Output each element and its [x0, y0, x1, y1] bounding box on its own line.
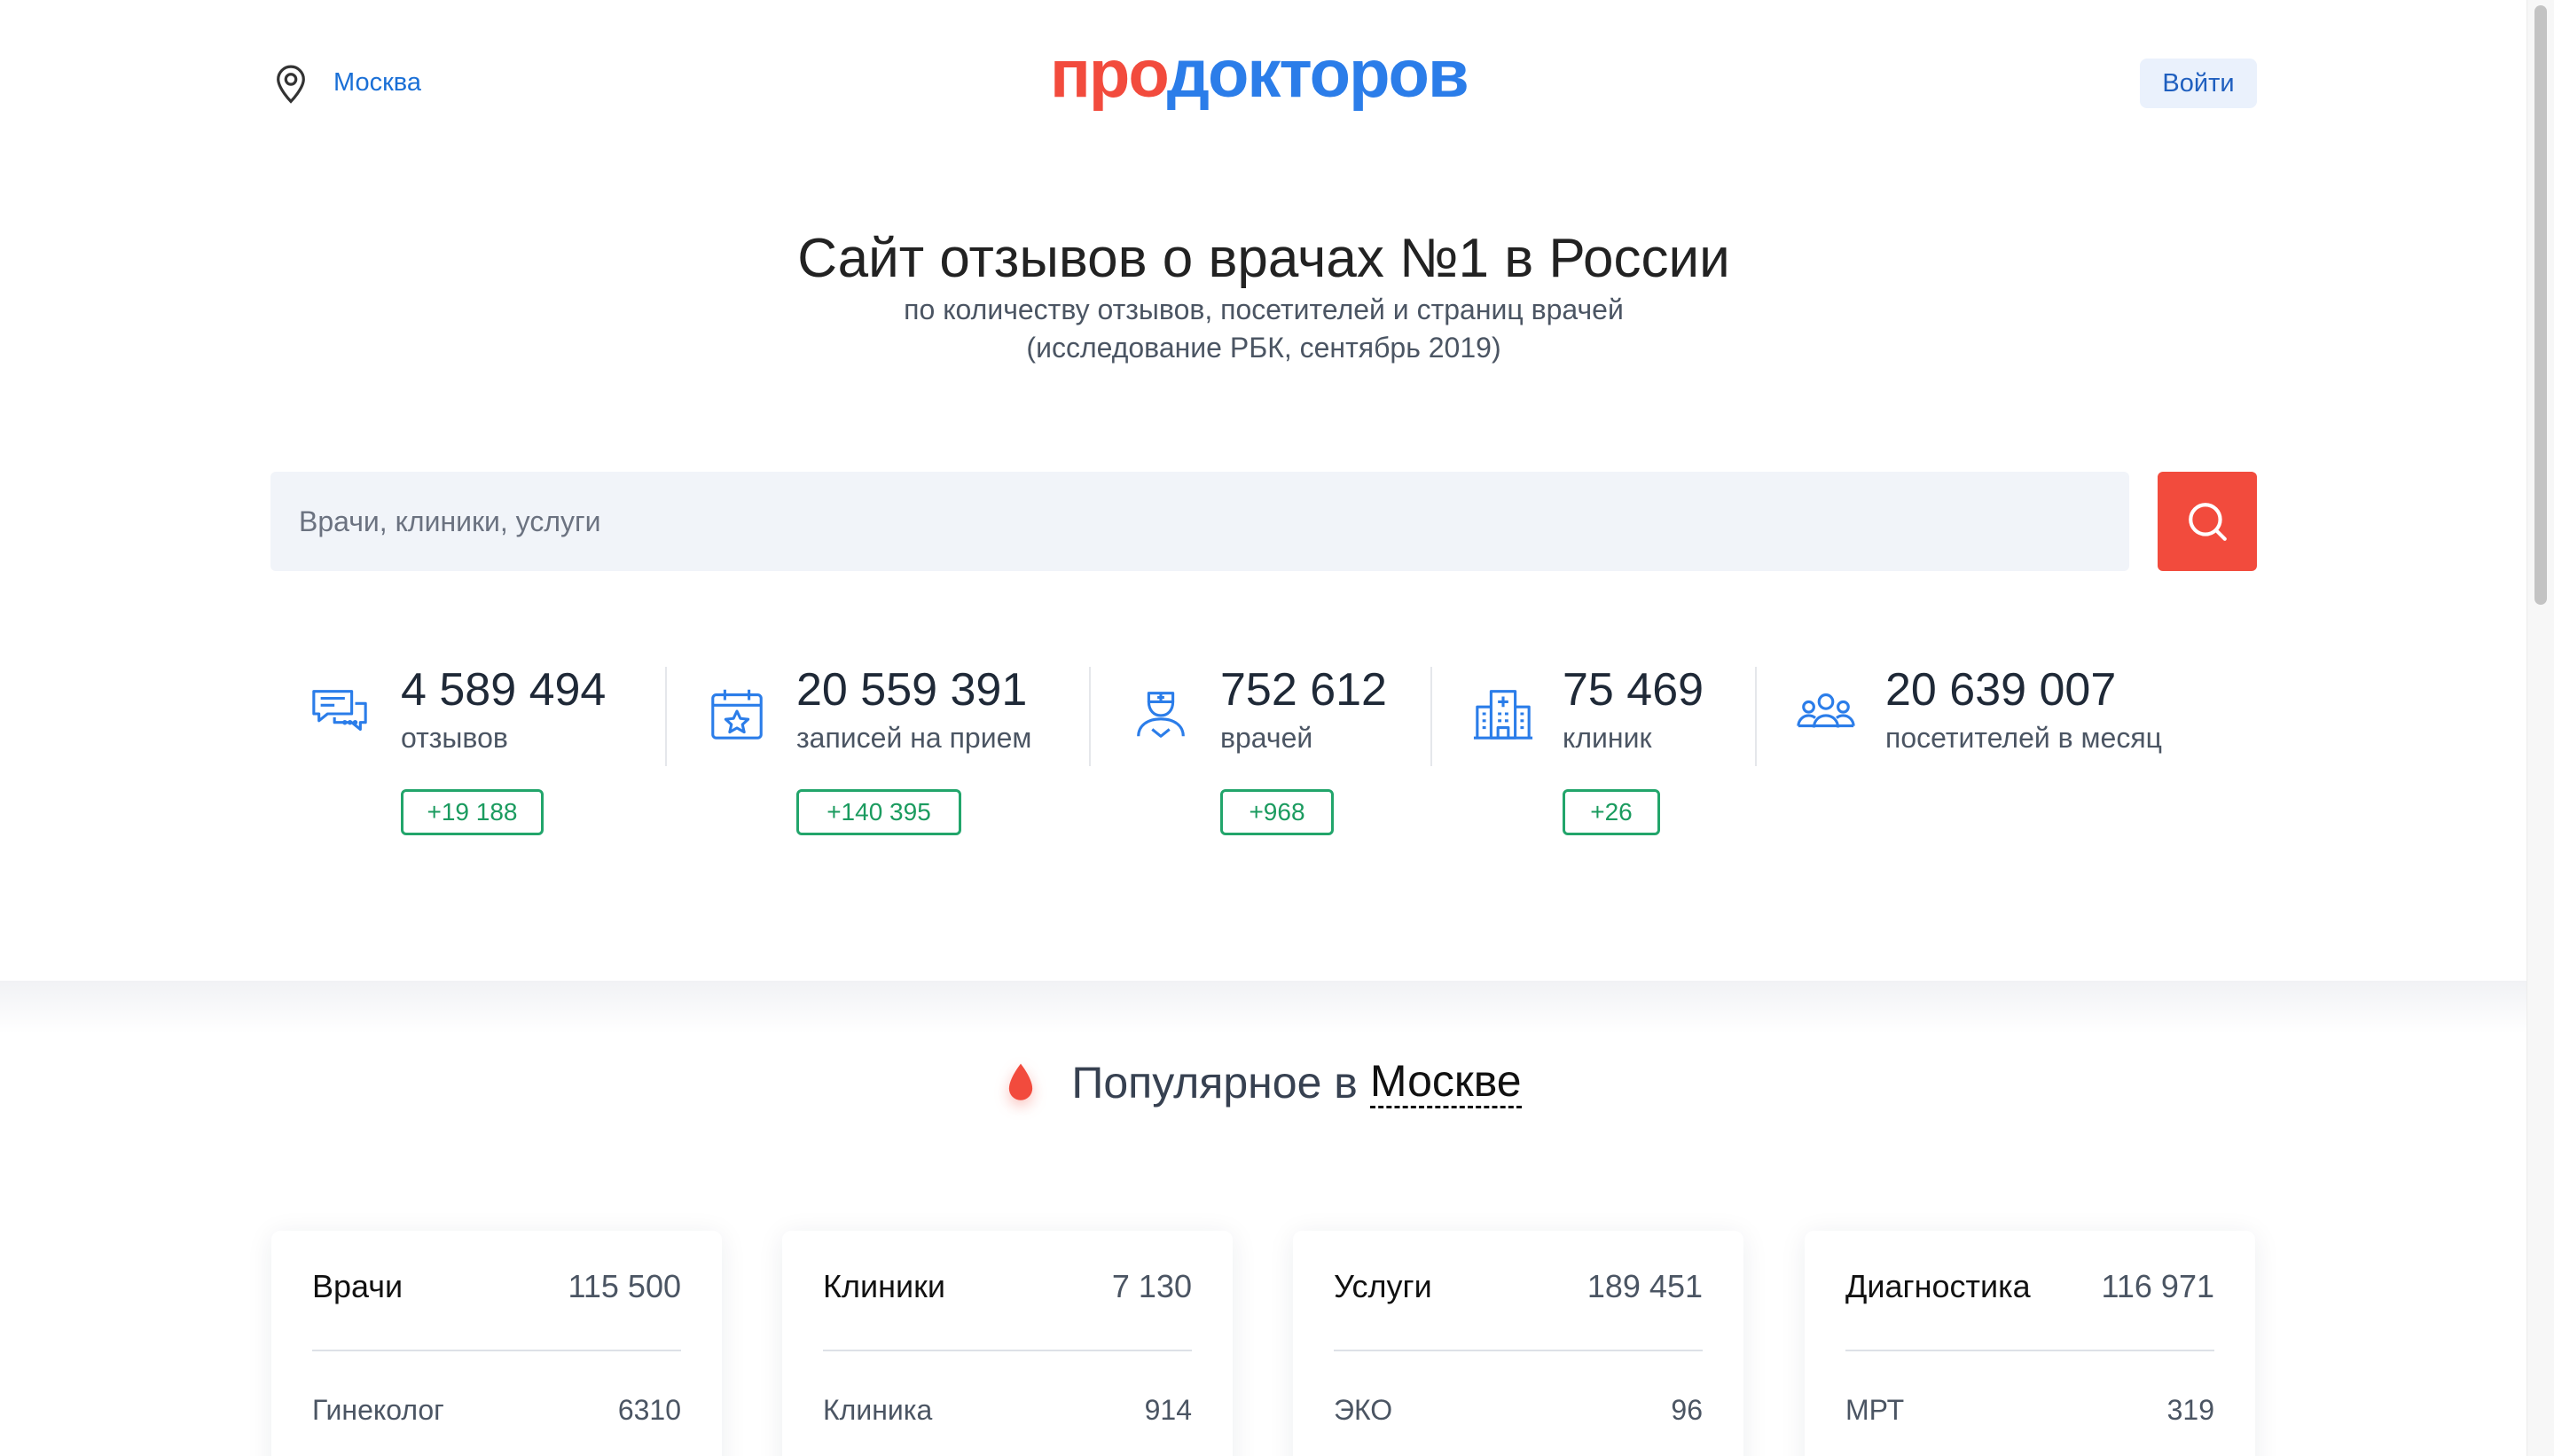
reviews-chat-icon — [312, 690, 367, 732]
stat-value: 752 612 — [1220, 664, 1387, 716]
location-pin-icon — [277, 65, 305, 104]
stat-delta-badge: +140 395 — [796, 789, 961, 835]
stat-value: 75 469 — [1563, 664, 1704, 716]
popular-prefix: Популярное в — [1071, 1058, 1358, 1108]
stat-label: записей на прием — [796, 722, 1032, 754]
card-count: 116 971 — [2101, 1268, 2214, 1304]
card-divider — [823, 1350, 1192, 1351]
page: Москва продокторов Войти Сайт отзывов о … — [0, 0, 2527, 1456]
list-item[interactable]: Клиника 914 — [823, 1394, 1192, 1427]
site-logo[interactable]: продокторов — [1050, 41, 1469, 108]
hospital-icon — [1473, 690, 1533, 740]
card-divider — [312, 1350, 681, 1351]
logo-part-1: про — [1050, 36, 1169, 112]
category-card-diagnostics[interactable]: Диагностика 116 971 МРТ 319 — [1805, 1231, 2255, 1456]
search-input[interactable] — [270, 472, 2129, 571]
login-button[interactable]: Войти — [2140, 59, 2257, 108]
stat-label: отзывов — [401, 722, 508, 754]
stat-divider — [665, 667, 667, 766]
list-item-count: 6310 — [617, 1394, 681, 1426]
card-count: 189 451 — [1586, 1268, 1703, 1304]
list-item-count: 96 — [1671, 1394, 1703, 1426]
card-title[interactable]: Диагностика — [1845, 1268, 2031, 1305]
city-selector[interactable]: Москва — [271, 60, 421, 105]
popular-city-link[interactable]: Москве — [1369, 1057, 1522, 1108]
category-card-doctors[interactable]: Врачи 115 500 Гинеколог 6310 — [271, 1231, 722, 1456]
stat-value: 4 589 494 — [401, 664, 607, 716]
search-icon — [2189, 503, 2227, 541]
stat-divider — [1755, 667, 1757, 766]
subtitle-line-2: (исследование РБК, сентябрь 2019) — [1026, 332, 1501, 364]
stat-label: врачей — [1220, 722, 1313, 754]
card-divider — [1334, 1350, 1703, 1351]
stat-divider — [1089, 667, 1091, 766]
list-item[interactable]: МРТ 319 — [1845, 1394, 2214, 1427]
card-count: 115 500 — [568, 1268, 681, 1304]
subtitle-line-1: по количеству отзывов, посетителей и стр… — [904, 294, 1624, 325]
category-card-services[interactable]: Услуги 189 451 ЭКО 96 — [1293, 1231, 1743, 1456]
calendar-star-icon — [711, 689, 763, 740]
list-item[interactable]: ЭКО 96 — [1334, 1394, 1703, 1427]
popular-heading: Популярное в Москве — [0, 1057, 2527, 1108]
page-scrollbar[interactable] — [2527, 0, 2554, 1456]
list-item-count: 914 — [1144, 1394, 1192, 1426]
stat-delta-badge: +968 — [1220, 789, 1334, 835]
stat-value: 20 559 391 — [796, 664, 1028, 716]
list-item-label[interactable]: Клиника — [823, 1394, 932, 1427]
flame-icon — [1009, 1063, 1033, 1100]
category-card-clinics[interactable]: Клиники 7 130 Клиника 914 — [782, 1231, 1233, 1456]
visitors-group-icon — [1797, 693, 1855, 728]
list-item-label[interactable]: МРТ — [1845, 1394, 1904, 1427]
section-separator — [0, 981, 2527, 1034]
card-title[interactable]: Услуги — [1334, 1268, 1432, 1305]
card-divider — [1845, 1350, 2214, 1351]
stat-delta-badge: +26 — [1563, 789, 1660, 835]
card-count: 7 130 — [1111, 1268, 1192, 1304]
stat-delta-badge: +19 188 — [401, 789, 544, 835]
list-item-label[interactable]: Гинеколог — [312, 1394, 444, 1427]
list-item-count: 319 — [2166, 1394, 2214, 1426]
stat-divider — [1430, 667, 1432, 766]
stat-label: посетителей в месяц — [1885, 722, 2162, 754]
page-title: Сайт отзывов о врачах №1 в России — [797, 228, 1730, 289]
card-title[interactable]: Клиники — [823, 1268, 945, 1305]
scrollbar-thumb[interactable] — [2534, 5, 2547, 605]
doctor-icon — [1137, 692, 1185, 738]
search-button[interactable] — [2158, 472, 2257, 571]
page-subtitle: по количеству отзывов, посетителей и стр… — [0, 291, 2527, 367]
stat-value: 20 639 007 — [1885, 664, 2117, 716]
list-item-label[interactable]: ЭКО — [1334, 1394, 1392, 1427]
city-name[interactable]: Москва — [333, 68, 421, 98]
logo-part-2: докторов — [1166, 36, 1469, 112]
stat-label: клиник — [1563, 722, 1652, 754]
card-title[interactable]: Врачи — [312, 1268, 403, 1305]
list-item[interactable]: Гинеколог 6310 — [312, 1394, 681, 1427]
